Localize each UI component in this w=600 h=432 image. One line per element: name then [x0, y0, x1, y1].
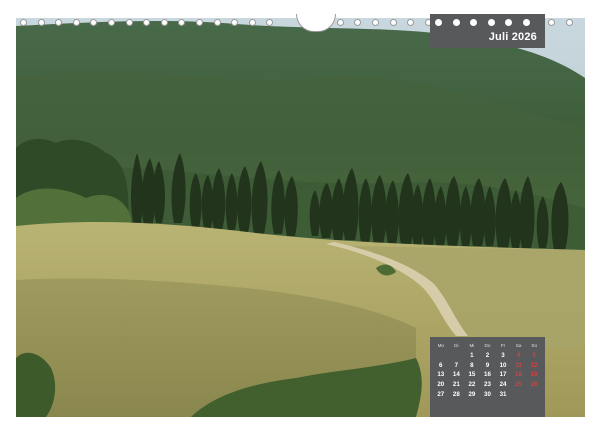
day-cell: 19: [530, 371, 538, 379]
weekday-header-row: Mo Di Mi Do Fr Sa So: [433, 341, 542, 351]
month-title: Juli 2026: [488, 31, 537, 43]
binding-hole: [505, 19, 513, 26]
calendar-grid: Mo Di Mi Do Fr Sa So 1 2 3 4 5 6 7 8 9 1…: [433, 341, 542, 400]
binding-hole: [565, 19, 573, 26]
binding-hole: [125, 19, 133, 26]
calendar-week: 6 7 8 9 10 11 12: [433, 361, 542, 371]
day-cell: 12: [530, 361, 538, 369]
calendar-week: 13 14 15 16 17 18 19: [433, 370, 542, 380]
calendar-page: Juli 2026 Mo Di Mi Do Fr Sa So 1 2 3 4 5: [0, 0, 600, 432]
binding-hole: [435, 19, 442, 26]
day-cell: 26: [530, 381, 538, 389]
day-cell: 9: [485, 361, 490, 369]
binding-hole: [178, 19, 186, 26]
binding-hole: [354, 19, 362, 26]
day-cell: 30: [484, 390, 491, 398]
day-cell: 15: [468, 371, 476, 379]
day-cell: 21: [452, 381, 460, 389]
binding-hole: [108, 19, 115, 26]
weekday-header: Fr: [500, 343, 506, 348]
day-cell: 24: [499, 381, 507, 389]
day-cell: 4: [516, 351, 521, 359]
day-cell: 6: [439, 361, 443, 369]
binding-hole: [37, 19, 45, 26]
binding-hole: [213, 19, 221, 26]
day-cell: 16: [484, 371, 491, 379]
day-cell: 29: [468, 390, 476, 398]
binding-hole: [470, 19, 478, 26]
binding-hole: [90, 19, 98, 26]
binding-hole: [548, 19, 555, 26]
binding-hole: [231, 19, 239, 26]
day-cell: 13: [437, 371, 445, 379]
binding-hole: [160, 19, 168, 26]
binding-hole: [452, 19, 460, 26]
day-cell: [526, 390, 542, 400]
month-header-box: Juli 2026: [430, 14, 545, 48]
day-cell: 14: [452, 371, 460, 379]
calendar-week: 20 21 22 23 24 25 26: [433, 380, 542, 390]
weekday-header: Sa: [515, 343, 522, 348]
binding-hole: [20, 19, 27, 26]
binding-hole: [372, 19, 379, 26]
calendar-week: 1 2 3 4 5: [433, 351, 542, 361]
day-cell: 8: [470, 361, 474, 369]
day-cell: 17: [499, 371, 507, 379]
day-cell: 1: [470, 351, 474, 359]
day-cell: 20: [437, 381, 445, 389]
day-cell: 5: [532, 351, 536, 359]
hanger-notch: [296, 14, 336, 32]
day-cell: 31: [499, 390, 507, 398]
day-cell: 18: [515, 371, 523, 379]
weekday-header: Do: [484, 343, 491, 348]
binding-hole: [143, 19, 151, 26]
binding-hole: [266, 19, 274, 26]
day-cell: 27: [437, 390, 445, 398]
day-cell: [433, 351, 449, 361]
day-cell: 11: [515, 361, 522, 369]
day-cell: 23: [484, 381, 491, 389]
binding-hole: [487, 19, 495, 26]
binding-hole: [72, 19, 80, 26]
calendar-week: 27 28 29 30 31: [433, 390, 542, 400]
day-cell: 10: [499, 361, 507, 369]
binding-hole: [407, 19, 415, 26]
weekday-header: Di: [454, 343, 459, 348]
binding-hole: [336, 19, 344, 26]
weekday-header: So: [531, 343, 537, 348]
binding-hole: [55, 19, 63, 26]
binding-hole: [523, 19, 530, 26]
day-cell: 25: [515, 381, 523, 389]
day-cell: 22: [468, 381, 476, 389]
day-cell: 7: [454, 361, 459, 369]
day-cell: [511, 390, 527, 400]
binding-hole: [389, 19, 397, 26]
binding-hole: [248, 19, 256, 26]
binding-hole: [196, 19, 203, 26]
day-cell: 2: [485, 351, 490, 359]
day-cell: [449, 351, 465, 361]
weekday-header: Mo: [437, 343, 444, 348]
weekday-header: Mi: [469, 343, 475, 348]
day-cell: 3: [501, 351, 505, 359]
mini-calendar: Mo Di Mi Do Fr Sa So 1 2 3 4 5 6 7 8 9 1…: [430, 337, 545, 417]
day-cell: 28: [452, 390, 460, 398]
